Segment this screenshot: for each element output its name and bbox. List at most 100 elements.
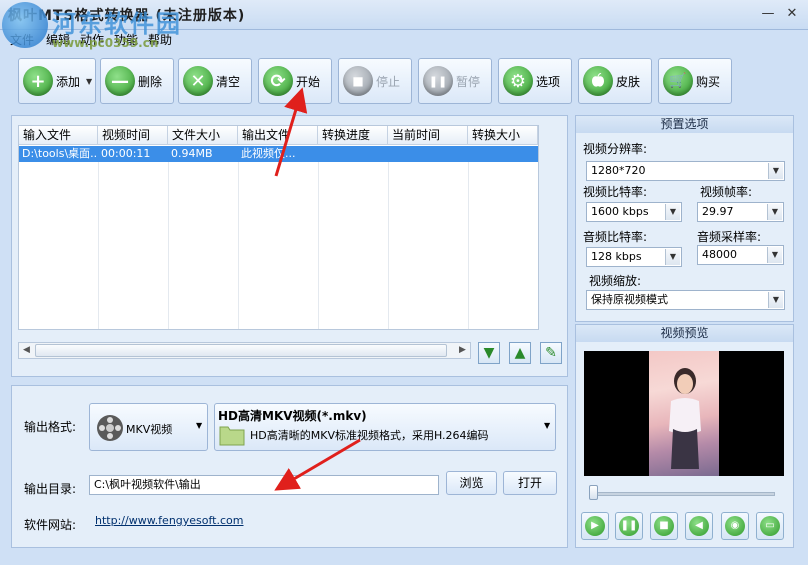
column-header-duration[interactable]: 视频时间 (98, 126, 168, 145)
delete-button[interactable]: — 删除 (100, 58, 174, 104)
pause-icon: ❚❚ (423, 66, 453, 96)
chevron-down-icon[interactable]: ▼ (768, 292, 783, 308)
watermark-site-name: 河东软件园 (52, 10, 182, 38)
chevron-down-icon[interactable]: ▼ (544, 421, 550, 430)
chevron-down-icon[interactable]: ▼ (767, 204, 782, 220)
video-scale-label: 视频缩放: (589, 274, 642, 288)
format-profile-select[interactable]: HD高清MKV视频(*.mkv) HD高清晰的MKV标准视频格式，采用H.264… (214, 403, 556, 451)
table-row[interactable]: D:\tools\桌面... 00:00:11 0.94MB 此视频仅... (19, 146, 538, 162)
preview-seek-slider[interactable] (589, 492, 775, 496)
column-divider (238, 146, 239, 329)
column-header-converted-size[interactable]: 转换大小 (468, 126, 538, 145)
sample-rate-select[interactable]: 48000 ▼ (697, 245, 784, 265)
resolution-select[interactable]: 1280*720 ▼ (586, 161, 785, 181)
watermark-logo (2, 2, 48, 48)
browse-button[interactable]: 浏览 (446, 471, 497, 495)
edit-button[interactable]: ✎ (540, 342, 562, 364)
chevron-down-icon[interactable]: ▼ (196, 421, 202, 430)
cell-size: 0.94MB (171, 147, 213, 160)
stop-preview-button[interactable]: ■ (650, 512, 678, 540)
resolution-label: 视频分辨率: (583, 142, 648, 156)
video-scale-select[interactable]: 保持原视频模式 ▼ (586, 290, 785, 310)
folder-icon (219, 426, 245, 446)
pause-icon: ❚❚ (619, 516, 639, 536)
frame-rate-value: 29.97 (702, 205, 734, 218)
open-dir-button[interactable]: 打开 (503, 471, 557, 495)
column-header-current-time[interactable]: 当前时间 (388, 126, 468, 145)
stop-button[interactable]: ■ 停止 (338, 58, 412, 104)
camera-icon: ◉ (725, 516, 745, 536)
clear-icon: ✕ (183, 66, 213, 96)
file-list[interactable]: 输入文件 视频时间 文件大小 输出文件 转换进度 当前时间 转换大小 D:\to… (18, 125, 539, 330)
delete-button-label: 删除 (138, 74, 163, 89)
snapshot-button[interactable]: ◉ (721, 512, 749, 540)
output-dir-input[interactable]: C:\枫叶视频软件\输出 (89, 475, 439, 495)
skin-button[interactable]: 皮肤 (578, 58, 652, 104)
clear-button[interactable]: ✕ 清空 (178, 58, 252, 104)
cell-output-file: 此视频仅... (241, 147, 296, 160)
volume-button[interactable]: ◀ (685, 512, 713, 540)
scroll-left-icon[interactable]: ◀ (19, 343, 34, 358)
audio-bitrate-select[interactable]: 128 kbps ▼ (586, 247, 682, 267)
website-label: 软件网站: (24, 518, 77, 532)
chevron-down-icon[interactable]: ▼ (665, 249, 680, 265)
open-folder-button[interactable]: ▭ (756, 512, 784, 540)
chevron-down-icon[interactable]: ▼ (665, 204, 680, 220)
cell-current-time (388, 146, 468, 162)
video-bitrate-value: 1600 kbps (591, 205, 649, 218)
close-button[interactable]: ✕ (784, 6, 800, 22)
stop-button-label: 停止 (376, 74, 401, 89)
stop-icon: ■ (343, 66, 373, 96)
play-button[interactable]: ▶ (581, 512, 609, 540)
column-divider (388, 146, 389, 329)
minimize-button[interactable]: — (760, 6, 776, 22)
add-button-label: 添加 (56, 74, 81, 89)
output-format-label: 输出格式: (24, 420, 77, 434)
watermark-url: www.pc0359.cn (52, 36, 159, 50)
pause-button[interactable]: ❚❚ 暂停 (418, 58, 492, 104)
format-profile-description: HD高清晰的MKV标准视频格式，采用H.264编码 (250, 429, 489, 442)
scrollbar-thumb[interactable] (35, 344, 447, 357)
buy-button-label: 购买 (696, 74, 721, 89)
video-frame-image (649, 351, 719, 476)
column-divider (168, 146, 169, 329)
start-button[interactable]: ⟳ 开始 (258, 58, 332, 104)
play-icon: ▶ (585, 516, 605, 536)
video-bitrate-select[interactable]: 1600 kbps ▼ (586, 202, 682, 222)
column-header-size[interactable]: 文件大小 (168, 126, 238, 145)
buy-button[interactable]: 🛒 购买 (658, 58, 732, 104)
cell-converted-size (468, 146, 538, 162)
column-divider (318, 146, 319, 329)
chevron-down-icon[interactable]: ▼ (767, 247, 782, 263)
audio-bitrate-value: 128 kbps (591, 250, 642, 263)
format-category-select[interactable]: MKV视频 ▼ (89, 403, 208, 451)
skin-button-label: 皮肤 (616, 74, 641, 89)
column-header-output[interactable]: 输出文件 (238, 126, 318, 145)
frame-rate-select[interactable]: 29.97 ▼ (697, 202, 784, 222)
plus-icon: + (23, 66, 53, 96)
column-header-input[interactable]: 输入文件 (19, 126, 98, 145)
sample-rate-value: 48000 (702, 248, 737, 261)
cell-duration: 00:00:11 (101, 147, 151, 160)
film-reel-icon (97, 415, 123, 441)
volume-icon: ◀ (689, 516, 709, 536)
add-button[interactable]: + 添加 ▼ (18, 58, 96, 104)
stop-icon: ■ (654, 516, 674, 536)
pause-preview-button[interactable]: ❚❚ (615, 512, 643, 540)
website-link[interactable]: http://www.fengyesoft.com (95, 514, 244, 527)
options-icon: ⚙ (503, 66, 533, 96)
move-down-button[interactable]: ▼ (478, 342, 500, 364)
seek-slider-handle[interactable] (589, 485, 598, 500)
start-icon: ⟳ (263, 66, 293, 96)
horizontal-scrollbar[interactable]: ◀ ▶ (18, 342, 471, 359)
chevron-down-icon[interactable]: ▼ (86, 77, 92, 86)
preview-panel-title: 视频预览 (576, 325, 793, 342)
clear-button-label: 清空 (216, 74, 241, 89)
preset-panel-title: 预置选项 (576, 116, 793, 133)
folder-icon: ▭ (760, 516, 780, 536)
scroll-right-icon[interactable]: ▶ (455, 343, 470, 358)
options-button[interactable]: ⚙ 选项 (498, 58, 572, 104)
move-up-button[interactable]: ▲ (509, 342, 531, 364)
column-header-progress[interactable]: 转换进度 (318, 126, 388, 145)
chevron-down-icon[interactable]: ▼ (768, 163, 783, 179)
